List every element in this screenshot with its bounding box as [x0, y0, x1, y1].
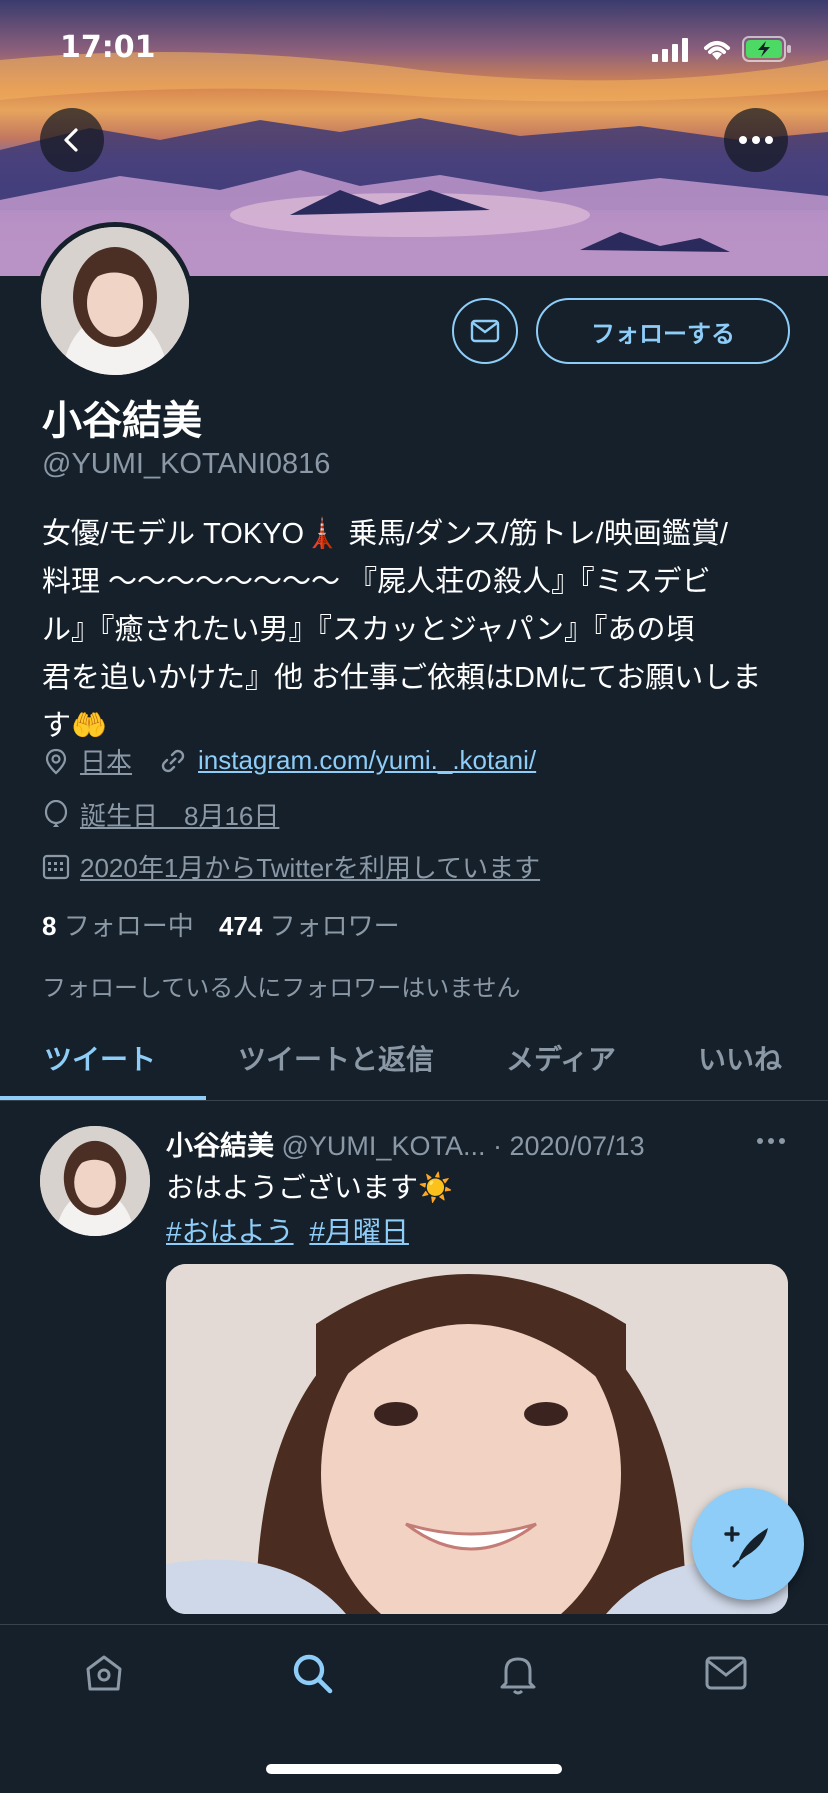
messages-mail-icon[interactable] [704, 1653, 748, 1693]
tweet-avatar[interactable] [40, 1126, 150, 1236]
chevron-left-icon [64, 128, 78, 152]
location-website-row: 日本 instagram.com/yumi._.kotani/ [42, 742, 536, 779]
back-button[interactable] [40, 108, 104, 172]
birthday-text: 誕生日 8月16日 [80, 801, 280, 831]
following-stat[interactable]: 8 フォロー中 [42, 911, 194, 941]
battery-icon [742, 36, 791, 62]
compose-quill-icon [724, 1526, 768, 1568]
tweet-date: · 2020/07/13 [492, 1131, 645, 1161]
balloon-icon [44, 799, 68, 827]
search-icon[interactable] [290, 1651, 334, 1695]
tab-tweets[interactable]: ツイート [44, 1038, 156, 1078]
home-indicator[interactable] [266, 1764, 562, 1774]
home-icon[interactable] [82, 1651, 126, 1695]
tab-tweets-and-replies[interactable]: ツイートと返信 [238, 1038, 434, 1078]
followers-count: 474 [218, 911, 263, 941]
avatar-image [41, 227, 189, 375]
tweet-avatar-image [40, 1126, 150, 1236]
profile-name: 小谷結美 [42, 399, 202, 443]
tweet-header: 小谷結美 @YUMI_KOTA... · 2020/07/13 [166, 1124, 645, 1163]
active-tab-indicator [0, 1096, 206, 1100]
tweet-hashtags: #おはよう #月曜日 [166, 1210, 417, 1250]
tweet-author-name[interactable]: 小谷結美 [166, 1131, 274, 1161]
compose-tweet-button[interactable] [692, 1488, 804, 1600]
profile-avatar[interactable] [36, 222, 194, 380]
wifi-icon [704, 41, 730, 60]
notifications-bell-icon[interactable] [496, 1651, 540, 1695]
tweet-author-handle: @YUMI_KOTA... [281, 1131, 486, 1161]
more-icon [739, 136, 773, 144]
following-label: フォロー中 [63, 911, 194, 941]
follow-button[interactable]: フォローする [536, 298, 790, 364]
joined-row: 2020年1月からTwitterを利用しています [42, 848, 540, 885]
followers-stat[interactable]: 474 フォロワー [219, 911, 400, 941]
mail-icon [470, 319, 500, 343]
status-bar: 17:01 [0, 0, 828, 100]
message-button[interactable] [452, 298, 518, 364]
profile-tabs: ツイート ツイートと返信 メディア いいね [0, 1018, 828, 1101]
location-text: 日本 [80, 747, 133, 777]
follow-stats: 8 フォロー中 474 フォロワー [42, 906, 400, 943]
hashtag-link[interactable]: #おはよう [166, 1216, 294, 1247]
profile-handle: @YUMI_KOTANI0816 [42, 448, 331, 480]
calendar-icon [42, 854, 70, 879]
mutual-followers-note: フォローしている人にフォロワーはいません [42, 975, 521, 1002]
signal-icon [652, 38, 688, 62]
tweet-more-icon[interactable] [756, 1136, 786, 1146]
link-icon [161, 749, 185, 772]
joined-text: 2020年1月からTwitterを利用しています [80, 853, 541, 883]
website-link[interactable]: instagram.com/yumi._.kotani/ [198, 745, 536, 776]
birthday-row: 誕生日 8月16日 [42, 796, 279, 833]
more-options-button[interactable] [724, 108, 788, 172]
hashtag-link[interactable]: #月曜日 [309, 1216, 409, 1247]
status-time: 17:01 [60, 30, 156, 65]
profile-bio: 女優/モデル TOKYO🗼 乗馬/ダンス/筋トレ/映画鑑賞/ 料理 〜〜〜〜〜〜… [42, 518, 762, 742]
location-pin-icon [45, 748, 67, 774]
tab-likes[interactable]: いいね [698, 1038, 782, 1078]
followers-label: フォロワー [269, 911, 400, 941]
following-count: 8 [42, 911, 57, 941]
tab-media[interactable]: メディア [506, 1038, 616, 1078]
tweet-text: おはようございます☀️ [166, 1172, 453, 1203]
